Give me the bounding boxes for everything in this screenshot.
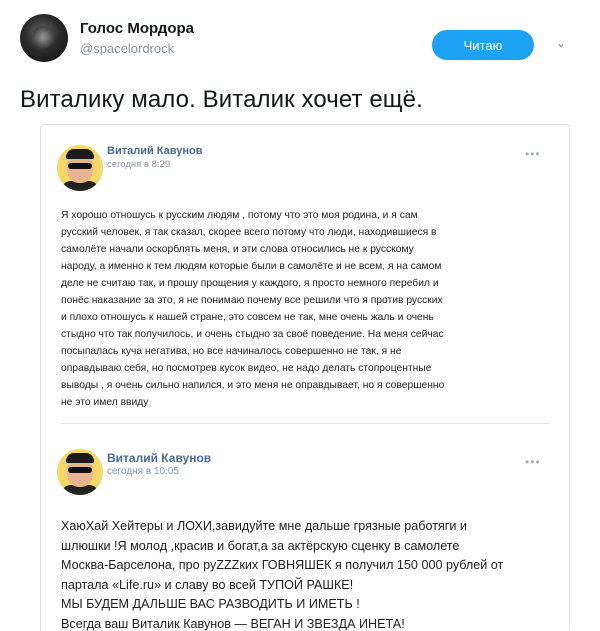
divider <box>61 423 551 424</box>
post-time[interactable]: сегодня в 10:05 <box>107 466 179 477</box>
post-line: Москва-Барселона, про руZZZких ГОВНЯШЕК … <box>61 558 504 572</box>
post-line: Я хорошо отношусь к русским людям , пото… <box>61 210 418 221</box>
post-line: шлюшки !Я молод ,красив и богат,а за акт… <box>61 538 460 553</box>
profile-avatar[interactable] <box>20 14 68 62</box>
more-icon[interactable]: ••• <box>525 455 541 469</box>
more-icon[interactable]: ••• <box>525 147 541 161</box>
avatar <box>57 449 103 495</box>
post-line: самолёте начали оскорблять меня, и эти с… <box>61 244 414 255</box>
post-line: ХаюХай Хейтеры и ЛОХИ,завидуйте мне даль… <box>61 519 467 533</box>
post-author[interactable]: Виталий Кавунов <box>107 145 202 157</box>
follow-button[interactable]: Читаю <box>432 30 534 60</box>
chevron-down-icon[interactable]: ⌄ <box>554 36 568 50</box>
post-line: МЫ БУДЕМ ДАЛЬШЕ ВАС РАЗВОДИТЬ И ИМЕТЬ ! <box>61 597 360 611</box>
post-line: Всегда ваш Виталик Кавунов — ВЕГАН И ЗВЕ… <box>61 616 405 631</box>
post-body: Я хорошо отношусь к русским людям , пото… <box>61 207 561 411</box>
post-body: ХаюХай Хейтеры и ЛОХИ,завидуйте мне даль… <box>61 517 566 631</box>
tweet-text: Виталику мало. Виталик хочет ещё. <box>20 86 423 113</box>
avatar <box>57 145 103 191</box>
post-line: понёс наказание за это, я не понимаю поч… <box>61 295 443 306</box>
post-line: деле не считаю так, и прошу прощения у к… <box>61 278 439 289</box>
post-line: посыпалась куча негатива, но все начинал… <box>61 346 402 357</box>
post-author[interactable]: Виталий Кавунов <box>107 451 211 465</box>
post-line: не это имел ввиду <box>61 397 149 408</box>
user-handle[interactable]: @spacelordrock <box>80 41 174 56</box>
post-line: выводы , я очень сильно напился, и это м… <box>61 380 445 391</box>
post-time[interactable]: сегодня в 8:29 <box>107 159 170 170</box>
post-line: русский человек, я так сказал, скорее вс… <box>61 227 437 238</box>
embedded-screenshot[interactable]: Виталий Кавунов сегодня в 8:29 ••• Я хор… <box>40 124 570 631</box>
post-line: оправдываю себя, но посмотрев кусок виде… <box>61 363 432 374</box>
post-line: стыдно что так получилось, и очень стыдн… <box>61 329 444 340</box>
post-line: народу, а именно к тем людям которые был… <box>61 261 442 272</box>
tweet-header: Голос Мордора @spacelordrock Читаю ⌄ <box>20 14 580 64</box>
post-line: и плохо отношусь к нашей стране, это сов… <box>61 312 434 323</box>
display-name[interactable]: Голос Мордора <box>80 20 194 37</box>
post-line: партала «Life.ru» и славу во всей ТУПОЙ … <box>61 577 354 592</box>
